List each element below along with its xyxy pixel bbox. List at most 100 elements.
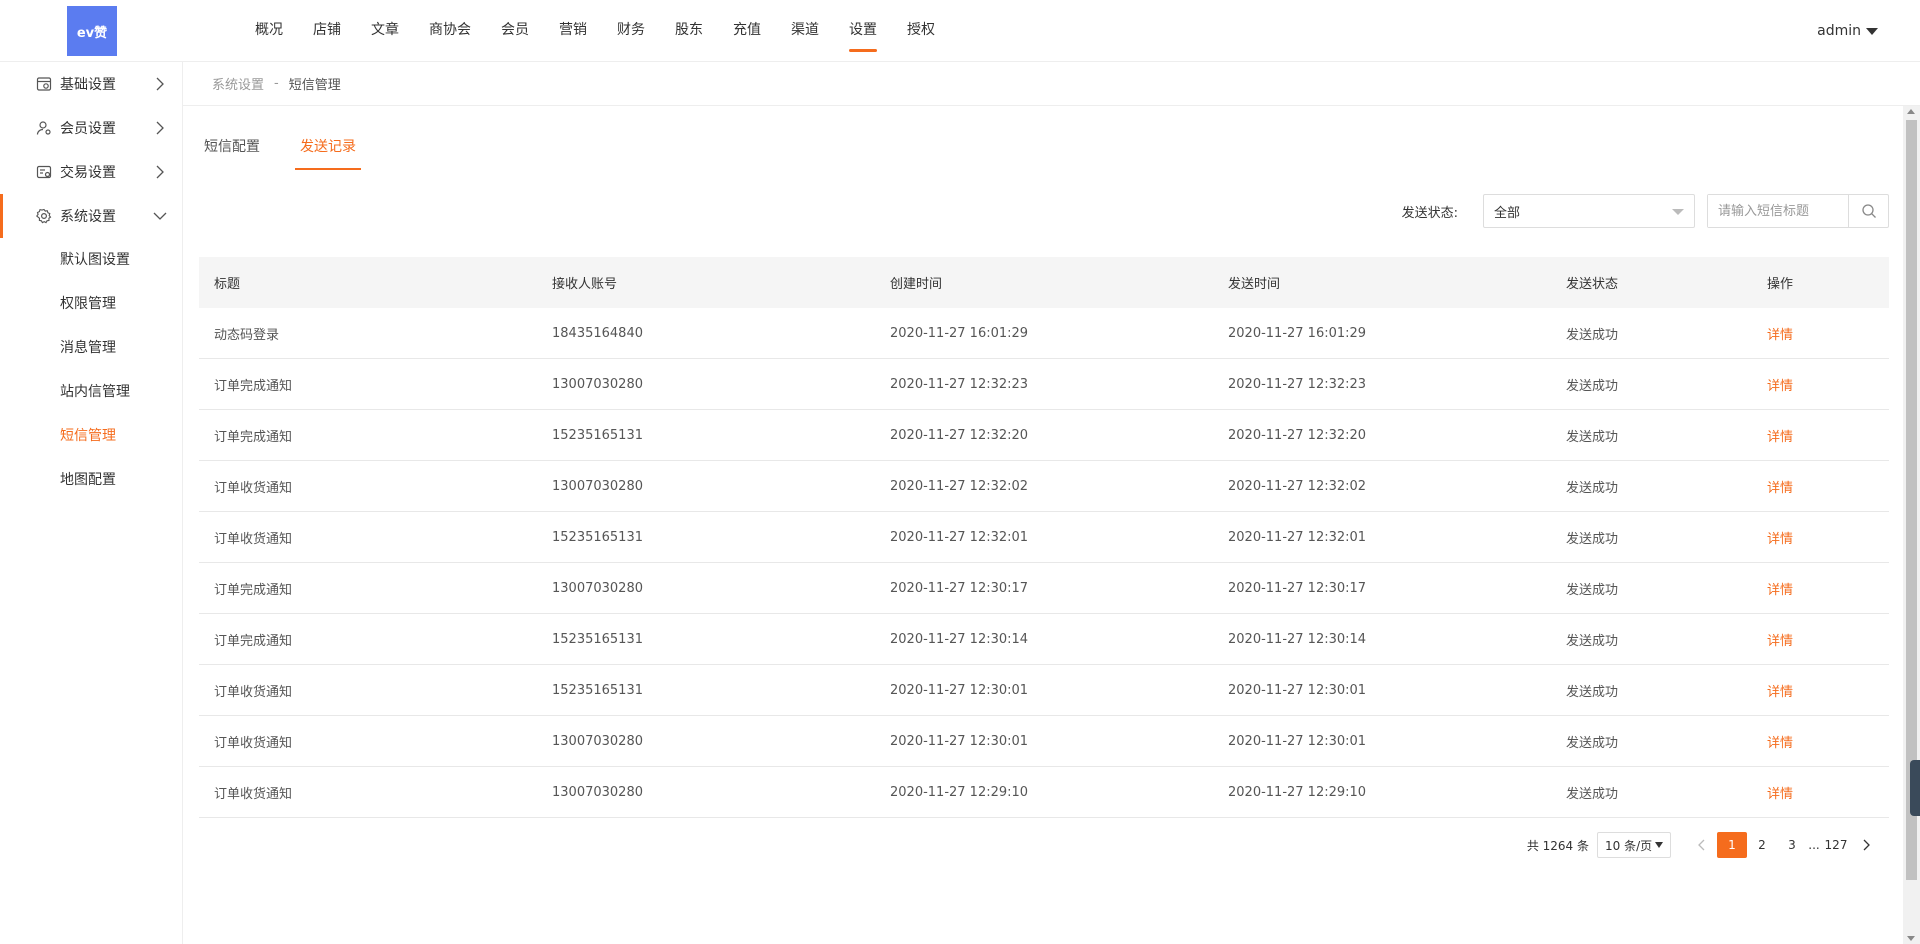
sidebar-item-sms[interactable]: 短信管理	[0, 414, 182, 458]
detail-link[interactable]: 详情	[1767, 379, 1793, 394]
table-row: 订单收货通知 13007030280 2020-11-27 12:29:10 2020…	[199, 767, 1889, 818]
detail-link[interactable]: 详情	[1767, 532, 1793, 547]
nav-item-association[interactable]: 商协会	[414, 0, 486, 62]
pagination: 共 1264 条 10 条/页 1 2 3 ... 127	[1527, 831, 1881, 859]
tab-send-records[interactable]: 发送记录	[295, 134, 361, 170]
page-button-last[interactable]: 127	[1821, 832, 1851, 858]
breadcrumb: 系统设置 - 短信管理	[183, 62, 1920, 106]
status-select[interactable]: 全部	[1483, 194, 1695, 228]
nav-item-marketing[interactable]: 营销	[544, 0, 602, 62]
cell-title: 订单收货通知	[214, 786, 293, 802]
search-input[interactable]	[1708, 195, 1848, 227]
sidebar-group-system[interactable]: 系统设置	[0, 194, 182, 238]
cell-status: 发送成功	[1566, 531, 1619, 547]
detail-link[interactable]: 详情	[1767, 634, 1793, 649]
cell-account: 13007030280	[552, 784, 643, 800]
page-size-select[interactable]: 10 条/页	[1597, 832, 1671, 858]
detail-link[interactable]: 详情	[1767, 481, 1793, 496]
nav-item-shareholder[interactable]: 股东	[660, 0, 718, 62]
page-ellipsis: ...	[1808, 838, 1820, 852]
dropdown-arrow-icon	[1655, 842, 1663, 848]
table-header: 标题 接收人账号 创建时间 发送时间 发送状态 操作	[199, 257, 1889, 308]
cell-action: 详情	[1752, 732, 1889, 751]
nav-item-shop[interactable]: 店铺	[298, 0, 356, 62]
detail-link[interactable]: 详情	[1767, 328, 1793, 343]
sidebar-group-basic[interactable]: 基础设置	[0, 62, 182, 106]
search-box	[1707, 194, 1889, 228]
column-header-created: 创建时间	[890, 277, 943, 292]
cell-created-time: 2020-11-27 12:30:01	[890, 733, 1029, 749]
cell-status: 发送成功	[1566, 684, 1619, 700]
sidebar-item-map[interactable]: 地图配置	[0, 458, 182, 502]
nav-item-member[interactable]: 会员	[486, 0, 544, 62]
scroll-down-icon[interactable]	[1907, 936, 1915, 941]
nav-item-article[interactable]: 文章	[356, 0, 414, 62]
cell-action: 详情	[1752, 630, 1889, 649]
cell-title: 订单收货通知	[214, 531, 293, 547]
cell-sent-time: 2020-11-27 12:32:02	[1228, 478, 1367, 494]
column-header-status: 发送状态	[1566, 277, 1619, 292]
cell-created-time: 2020-11-27 12:29:10	[890, 784, 1029, 800]
floating-side-widget[interactable]	[1910, 760, 1920, 816]
cell-title: 订单完成通知	[214, 378, 293, 394]
user-menu[interactable]: admin	[1817, 0, 1878, 62]
nav-item-recharge[interactable]: 充值	[718, 0, 776, 62]
cell-sent-time: 2020-11-27 16:01:29	[1228, 325, 1367, 341]
sidebar-item-inbox[interactable]: 站内信管理	[0, 370, 182, 414]
sidebar: 基础设置 会员设置 交易设置 系统设置 默认图设置 权限管理 消息管理 站内信管…	[0, 62, 183, 944]
nav-item-settings[interactable]: 设置	[834, 0, 892, 62]
user-name: admin	[1817, 23, 1861, 39]
cell-sent-time: 2020-11-27 12:30:01	[1228, 733, 1367, 749]
prev-page-button[interactable]	[1687, 832, 1717, 858]
detail-link[interactable]: 详情	[1767, 685, 1793, 700]
page-button-1[interactable]: 1	[1717, 832, 1747, 858]
detail-link[interactable]: 详情	[1767, 787, 1793, 802]
cell-account: 13007030280	[552, 733, 643, 749]
search-icon	[1861, 204, 1876, 218]
cell-action: 详情	[1752, 426, 1889, 445]
tab-sms-config[interactable]: 短信配置	[199, 134, 265, 170]
cell-account: 13007030280	[552, 478, 643, 494]
cell-sent-time: 2020-11-27 12:30:14	[1228, 631, 1367, 647]
sidebar-item-default-image[interactable]: 默认图设置	[0, 238, 182, 282]
logo[interactable]: ev赞	[67, 6, 117, 56]
main-content: 短信配置 发送记录 发送状态: 全部 标题 接收人账号 创建时间 发送时间 发送…	[199, 106, 1889, 944]
cell-created-time: 2020-11-27 12:30:14	[890, 631, 1029, 647]
detail-link[interactable]: 详情	[1767, 430, 1793, 445]
nav-item-channel[interactable]: 渠道	[776, 0, 834, 62]
filter-bar: 发送状态: 全部	[1402, 194, 1889, 228]
nav-item-finance[interactable]: 财务	[602, 0, 660, 62]
sidebar-group-label: 交易设置	[60, 165, 116, 181]
cell-action: 详情	[1752, 375, 1889, 394]
detail-link[interactable]: 详情	[1767, 583, 1793, 598]
cell-status: 发送成功	[1566, 480, 1619, 496]
chevron-right-icon	[156, 121, 164, 135]
cell-title: 订单完成通知	[214, 633, 293, 649]
settings-icon	[35, 75, 53, 93]
table-row: 订单收货通知 13007030280 2020-11-27 12:30:01 2020…	[199, 716, 1889, 767]
page-button-3[interactable]: 3	[1777, 832, 1807, 858]
next-page-button[interactable]	[1851, 832, 1881, 858]
breadcrumb-parent[interactable]: 系统设置	[212, 74, 264, 93]
page-size-value: 10 条/页	[1605, 838, 1653, 853]
table-row: 订单收货通知 15235165131 2020-11-27 12:32:01 2020…	[199, 512, 1889, 563]
sidebar-group-member[interactable]: 会员设置	[0, 106, 182, 150]
sidebar-group-trade[interactable]: 交易设置	[0, 150, 182, 194]
table-row: 订单收货通知 13007030280 2020-11-27 12:32:02 2020…	[199, 461, 1889, 512]
cell-action: 详情	[1752, 783, 1889, 802]
detail-link[interactable]: 详情	[1767, 736, 1793, 751]
nav-item-authorization[interactable]: 授权	[892, 0, 950, 62]
cell-title: 订单收货通知	[214, 735, 293, 751]
cell-account: 15235165131	[552, 682, 643, 698]
search-button[interactable]	[1848, 195, 1888, 227]
scroll-up-icon[interactable]	[1907, 109, 1915, 114]
chevron-right-icon	[156, 165, 164, 179]
vertical-scrollbar[interactable]	[1903, 106, 1920, 944]
page-button-2[interactable]: 2	[1747, 832, 1777, 858]
table-row: 订单完成通知 13007030280 2020-11-27 12:32:23 2020…	[199, 359, 1889, 410]
sidebar-item-permission[interactable]: 权限管理	[0, 282, 182, 326]
nav-item-overview[interactable]: 概况	[240, 0, 298, 62]
sidebar-item-message[interactable]: 消息管理	[0, 326, 182, 370]
status-filter-label: 发送状态:	[1401, 205, 1458, 221]
pagination-total: 共 1264 条	[1526, 838, 1589, 853]
